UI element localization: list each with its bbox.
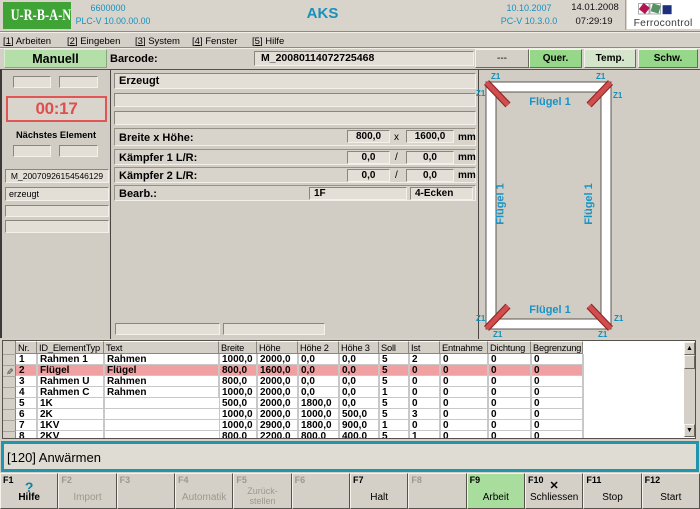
svg-text:Z1: Z1: [476, 89, 486, 98]
svg-text:Flügel 1: Flügel 1: [529, 96, 571, 108]
svg-text:Flügel 1: Flügel 1: [529, 304, 571, 316]
svg-text:Z1: Z1: [614, 314, 624, 323]
svg-text:Z1: Z1: [491, 72, 501, 81]
svg-text:Z1: Z1: [598, 330, 608, 339]
svg-text:Flügel 1: Flügel 1: [495, 183, 507, 225]
svg-text:Z1: Z1: [476, 314, 486, 323]
svg-text:Z1: Z1: [596, 72, 606, 81]
svg-text:Flügel 1: Flügel 1: [583, 183, 595, 225]
svg-text:Z1: Z1: [493, 330, 503, 339]
svg-text:Z1: Z1: [613, 91, 623, 100]
